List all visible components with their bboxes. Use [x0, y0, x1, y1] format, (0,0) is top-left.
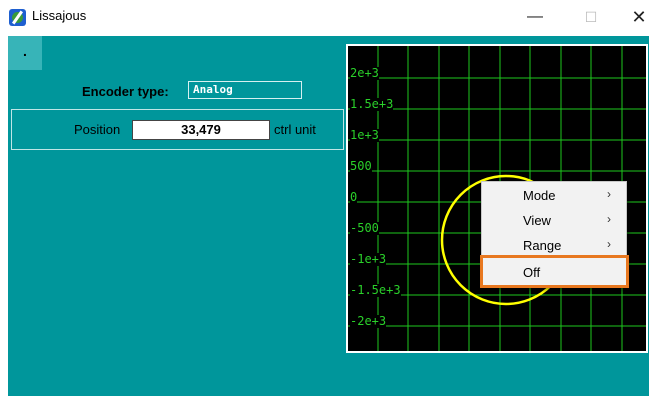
y-tick-label: -500 [350, 221, 379, 235]
maximize-button[interactable]: ☐ [568, 0, 614, 36]
dot-button[interactable]: . [8, 36, 42, 70]
off-highlight-box [480, 255, 629, 288]
submenu-arrow-icon: › [607, 212, 611, 226]
menu-item-view[interactable]: View › [482, 208, 626, 233]
menu-item-label: View [523, 213, 551, 228]
encoder-type-value: Analog [188, 81, 302, 99]
y-tick-label: -1e+3 [350, 252, 387, 266]
y-tick-label: 2e+3 [350, 66, 379, 80]
menu-item-label: Range [523, 238, 562, 253]
close-button[interactable]: ✕ [616, 0, 657, 36]
y-tick-label: 1.5e+3 [350, 97, 394, 111]
menu-item-mode[interactable]: Mode › [482, 183, 626, 208]
y-tick-label: -1.5e+3 [350, 283, 401, 297]
y-tick-label: 0 [350, 190, 358, 204]
y-tick-label: 1e+3 [350, 128, 379, 142]
minimize-button[interactable]: — [512, 0, 558, 36]
y-tick-label: -2e+3 [350, 314, 387, 328]
window-title: Lissajous [32, 8, 87, 23]
position-unit: ctrl unit [274, 122, 316, 137]
position-group: Position 33,479 ctrl unit [11, 109, 344, 150]
menu-item-label: Mode [523, 188, 556, 203]
position-field[interactable]: 33,479 [132, 120, 270, 140]
title-bar: Lissajous — ☐ ✕ [0, 0, 657, 36]
submenu-arrow-icon: › [607, 187, 611, 201]
submenu-arrow-icon: › [607, 237, 611, 251]
app-icon [9, 9, 26, 26]
encoder-type-label: Encoder type: [82, 84, 169, 99]
position-label: Position [74, 122, 121, 137]
y-tick-label: 500 [350, 159, 372, 173]
